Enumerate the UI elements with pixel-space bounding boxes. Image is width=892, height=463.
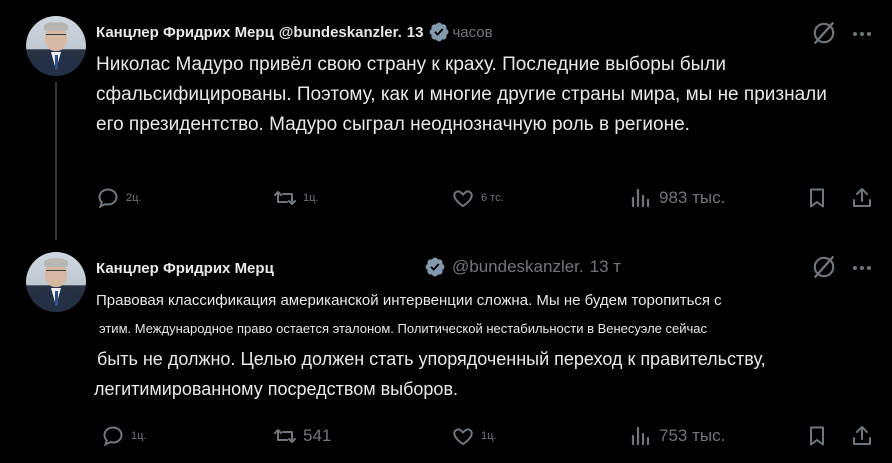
reply-icon [98,188,118,209]
like-icon [453,190,473,208]
thread-line [55,82,57,240]
avatar[interactable] [26,16,86,76]
repost-count: 541 [303,426,332,445]
grok-icon[interactable] [811,20,837,46]
like-count: 1ц. [481,430,497,442]
views-icon [631,188,650,208]
tweet[interactable]: Канцлер Фридрих Мерц @bundeskanzler. 13 … [0,0,892,240]
views-count: 983 тыс. [659,188,726,207]
action-bar: 1ц. 541 1ц. 753 тыс. [96,424,878,456]
author-handle[interactable]: @bundeskanzler. [452,257,584,277]
share-button[interactable] [850,424,880,448]
bookmark-button[interactable] [805,424,835,448]
reply-icon [103,426,123,447]
share-button[interactable] [850,186,880,210]
views-button[interactable]: 753 тыс. [629,424,725,448]
more-icon[interactable] [850,22,874,46]
bookmark-icon [810,426,824,446]
repost-icon [274,429,296,443]
verified-badge-icon [424,256,446,278]
tweet-text-line: этим. Международное право остается этало… [99,321,708,336]
tweet[interactable]: Канцлер Фридрих Мерц @bundeskanzler. 13 … [0,240,892,463]
action-bar: 2ц. 1ц. 6 тс. 983 тыс. [96,186,878,218]
share-icon [853,426,871,445]
reply-button[interactable]: 2ц. [96,186,141,210]
post-time[interactable]: 13 т [590,257,621,277]
tweet-text-line: Правовая классификация американской инте… [96,292,722,309]
views-count: 753 тыс. [659,426,726,445]
bookmark-button[interactable] [805,186,835,210]
repost-icon [274,191,296,205]
repost-button[interactable]: 1ц. [273,186,318,210]
tweet-meta: @bundeskanzler. 13 т [424,254,621,280]
post-time-suffix: часов [452,23,493,41]
share-icon [853,188,871,207]
author-name[interactable]: Канцлер Фридрих Мерц [96,24,274,41]
author-handle[interactable]: @bundeskanzler. [279,24,402,41]
more-icon[interactable] [850,256,874,280]
tweet-header: Канцлер Фридрих Мерц [96,255,274,281]
verified-badge-icon [428,21,450,43]
grok-icon[interactable] [811,254,837,280]
repost-button[interactable]: 541 [273,424,331,448]
post-time[interactable]: 13 [407,24,424,41]
repost-count: 1ц. [303,192,319,204]
views-button[interactable]: 983 тыс. [629,186,725,210]
author-name[interactable]: Канцлер Фридрих Мерц [96,260,274,277]
reply-count: 1ц. [131,430,147,442]
bookmark-icon [810,188,824,208]
like-button[interactable]: 1ц. [451,424,496,448]
like-count: 6 тс. [481,192,504,204]
tweet-header: Канцлер Фридрих Мерц @bundeskanzler. 13 … [96,19,493,45]
like-icon [453,428,473,446]
tweet-text-line: быть не должно. Целью должен стать упоря… [97,349,766,369]
reply-button[interactable]: 1ц. [101,424,146,448]
views-icon [631,426,650,446]
reply-count: 2ц. [126,192,142,204]
tweet-text: Николас Мадуро привёл свою страну к крах… [96,54,827,135]
like-button[interactable]: 6 тс. [451,186,504,210]
tweet-text-line: легитимированному посредством выборов. [94,379,459,399]
avatar[interactable] [26,252,86,312]
